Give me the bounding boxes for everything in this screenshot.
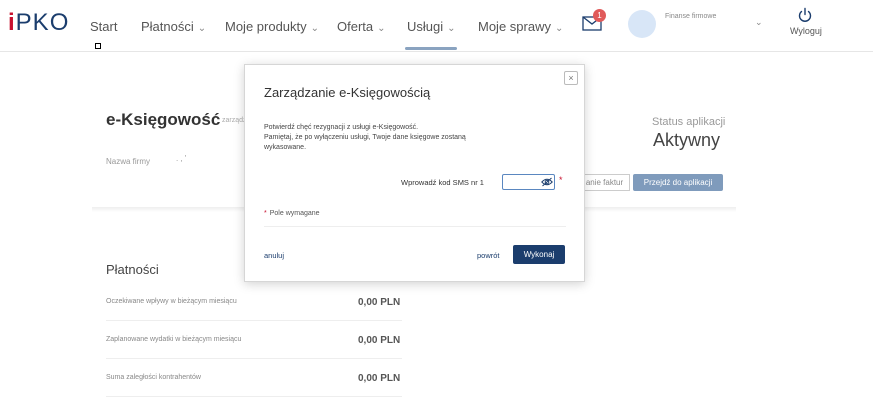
go-to-app-button[interactable]: Przejdź do aplikacji [633,174,723,191]
nav-oferta[interactable]: Oferta ⌄ [337,19,386,34]
nav-moje-sprawy[interactable]: Moje sprawy ⌄ [478,19,563,34]
nav-uslugi[interactable]: Usługi ⌄ [407,19,456,34]
required-field-note: * Pole wymagane [264,210,320,217]
close-icon[interactable]: × [564,71,578,85]
modal-title: Zarządzanie e-Księgowością [264,85,431,100]
top-navigation-bar: iPKO Start Płatności ⌄ Moje produkty ⌄ Ofe… [0,0,873,52]
chevron-down-icon: ⌄ [197,23,207,34]
modal-message: Potwierdź chęć rezygnacji z usługi e-Ksi… [264,124,466,151]
row-divider [106,320,402,321]
payments-row-label: Zaplanowane wydatki w bieżącym miesiącu [106,336,242,343]
profile-chevron-down-icon[interactable]: ⌄ [755,17,763,28]
invoicing-button[interactable]: anie faktur [580,174,630,191]
nav-active-indicator [405,47,457,50]
e-accounting-modal: × Zarządzanie e-Księgowością Potwierdź c… [244,64,585,282]
focus-marker [95,43,101,49]
profile-name[interactable]: Finanse firmowe [665,13,716,20]
required-marker: * [559,175,563,185]
execute-button[interactable]: Wykonaj [513,245,565,264]
status-value: Aktywny [653,130,721,150]
logout-button[interactable]: Wyloguj [790,26,822,36]
notification-badge: 1 [593,9,606,22]
payments-row-label: Oczekiwane wpływy w bieżącym miesiącu [106,298,237,305]
chevron-down-icon: ⌄ [310,23,320,34]
modal-divider [264,226,566,227]
back-link[interactable]: powrót [477,251,500,260]
chevron-down-icon: ⌄ [447,23,456,34]
nav-platnosci[interactable]: Płatności ⌄ [141,19,206,34]
payments-row-value: 0,00 PLN [358,335,401,346]
avatar[interactable] [628,10,656,38]
row-divider [106,396,402,397]
chevron-down-icon: ⌄ [554,23,564,34]
page-subtitle: zarządz [222,117,247,124]
payments-row-value: 0,00 PLN [358,373,401,384]
company-name-label: Nazwa firmy [106,157,151,166]
cancel-link[interactable]: anuluj [264,251,284,260]
payments-row-label: Suma zaległości kontrahentów [106,374,201,381]
nav-moje-produkty[interactable]: Moje produkty ⌄ [225,19,319,34]
status-label: Status aplikacji [652,116,726,128]
nav-start[interactable]: Start [90,19,117,34]
row-divider [106,358,402,359]
power-icon[interactable] [797,7,813,23]
company-name-value: . , ' [176,154,187,163]
chevron-down-icon: ⌄ [377,23,386,34]
pko-logo[interactable]: iPKO [8,9,69,37]
payments-row-value: 0,00 PLN [358,297,401,308]
eye-slash-icon[interactable] [541,177,553,187]
sms-code-label: Wprowadź kod SMS nr 1 [401,178,484,187]
payments-title: Płatności [106,262,159,277]
page-title: e-Księgowość [106,110,221,129]
